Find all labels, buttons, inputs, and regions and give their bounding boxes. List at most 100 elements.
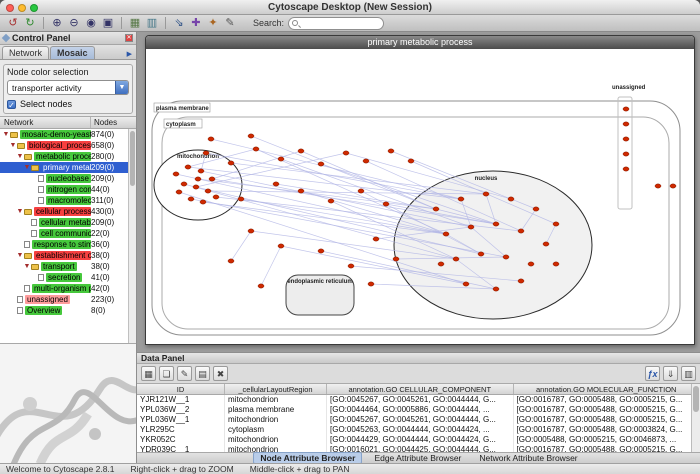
search-field[interactable] [288,17,384,30]
network-node[interactable] [388,149,394,153]
network-node[interactable] [623,152,629,156]
tree-row[interactable]: ▼mosaic-demo-yeast874(0) [0,129,128,140]
network-node[interactable] [248,134,254,138]
checkbox-checked-icon[interactable]: ✓ [7,100,16,109]
network-node[interactable] [383,202,389,206]
tab-network[interactable]: Network [2,46,49,59]
open-attributes-icon[interactable]: ▥ [681,366,696,381]
network-node[interactable] [368,282,374,286]
network-node[interactable] [553,262,559,266]
node-color-dropdown[interactable]: transporter activity ▼ [7,80,129,95]
tree-row[interactable]: macromolecule311(0) [0,195,128,206]
tree-row[interactable]: ▼transport38(0) [0,261,128,272]
zoom-out-icon[interactable]: ⊖ [67,16,81,30]
tree-row[interactable]: cell communicati22(0) [0,228,128,239]
tree-row[interactable]: ▼cellular process430(0) [0,206,128,217]
network-node[interactable] [238,197,244,201]
table-row[interactable]: YPL036W__2plasma membrane[GO:0044464, GO… [137,405,700,415]
expand-arrow-icon[interactable]: ▼ [16,252,24,259]
tree-row[interactable]: secretion41(0) [0,272,128,283]
import-attributes-icon[interactable]: ⇓ [663,366,678,381]
zoom-selected-icon[interactable]: ◉ [84,16,98,30]
network-node[interactable] [518,279,524,283]
tree-row[interactable]: nucleobase209(0) [0,173,128,184]
network-node[interactable] [208,137,214,141]
network-node[interactable] [543,242,549,246]
undo-icon[interactable]: ↺ [6,16,20,30]
zoom-fit-icon[interactable]: ▣ [101,16,115,30]
show-all-icon[interactable]: ▦ [128,16,142,30]
expand-arrow-icon[interactable]: ▼ [16,153,24,160]
tree-row[interactable]: multi-organism pro42(0) [0,283,128,294]
network-node[interactable] [213,195,219,199]
tree-column-nodes[interactable]: Nodes [91,117,136,128]
network-node[interactable] [533,207,539,211]
network-node[interactable] [623,107,629,111]
expand-arrow-icon[interactable]: ▼ [23,263,31,270]
tree-row[interactable]: ▼biological_process658(0) [0,140,128,151]
delete-attribute-icon[interactable]: ✖ [213,366,228,381]
table-row[interactable]: YPL036W__1mitochondrion[GO:0045267, GO:0… [137,415,700,425]
control-panel-close-icon[interactable]: ✕ [125,34,133,42]
minimize-window-button[interactable] [18,4,26,12]
column-header[interactable]: annotation.GO CELLULAR_COMPONENT [327,384,514,394]
network-node[interactable] [623,137,629,141]
zoom-in-icon[interactable]: ⊕ [50,16,64,30]
tree-row[interactable]: unassigned223(0) [0,294,128,305]
network-node[interactable] [205,189,211,193]
network-node[interactable] [458,197,464,201]
column-header[interactable]: _cellularLayoutRegion [225,384,327,394]
zoom-window-button[interactable] [30,4,38,12]
tree-row[interactable]: Overview8(0) [0,305,128,316]
network-node[interactable] [503,255,509,259]
close-window-button[interactable] [6,4,14,12]
tab-mosaic[interactable]: Mosaic [50,46,95,59]
network-node[interactable] [200,200,206,204]
column-header[interactable]: annotation.GO MOLECULAR_FUNCTION [514,384,700,394]
tree-row[interactable]: response to stimul36(0) [0,239,128,250]
network-node[interactable] [483,192,489,196]
network-node[interactable] [273,182,279,186]
network-node[interactable] [176,190,182,194]
table-row[interactable]: YLR295Ccytoplasm[GO:0045263, GO:0044444,… [137,425,700,435]
tree-column-network[interactable]: Network [0,117,91,128]
network-node[interactable] [553,222,559,226]
new-network-icon[interactable]: ✚ [189,16,203,30]
network-node[interactable] [278,157,284,161]
network-node[interactable] [408,159,414,163]
birdseye-view[interactable] [0,343,136,463]
network-node[interactable] [195,177,201,181]
network-node[interactable] [508,197,514,201]
table-scrollbar[interactable] [691,384,700,452]
tree-row[interactable]: ▼primary metab209(0) [0,162,128,173]
network-node[interactable] [228,161,234,165]
network-node[interactable] [655,184,661,188]
network-node[interactable] [198,169,204,173]
tab-edge-attribute-browser[interactable]: Edge Attribute Browser [368,453,467,463]
copy-attributes-icon[interactable]: ❏ [159,366,174,381]
network-canvas-area[interactable]: primary metabolic process plasma membran… [137,32,700,352]
network-node[interactable] [453,257,459,261]
attribute-grid-icon[interactable]: ▤ [195,366,210,381]
network-node[interactable] [193,185,199,189]
expand-arrow-icon[interactable]: ▼ [9,142,17,149]
tab-network-attribute-browser[interactable]: Network Attribute Browser [473,453,583,463]
table-row[interactable]: YKR052Cmitochondrion[GO:0044429, GO:0044… [137,435,700,445]
expand-arrow-icon[interactable]: ▼ [2,131,10,138]
select-nodes-option[interactable]: ✓ Select nodes [7,99,129,109]
tree-row[interactable]: ▼metabolic process280(0) [0,151,128,162]
network-node[interactable] [468,225,474,229]
network-window-title[interactable]: primary metabolic process [146,36,694,49]
network-node[interactable] [298,149,304,153]
network-node[interactable] [493,287,499,291]
network-node[interactable] [393,257,399,261]
network-node[interactable] [318,249,324,253]
network-node[interactable] [328,199,334,203]
expand-arrow-icon[interactable]: ▼ [23,164,31,171]
network-node[interactable] [528,262,534,266]
network-node[interactable] [173,172,179,176]
network-node[interactable] [258,284,264,288]
table-row[interactable]: YDR039C__1mitochondrion[GO:0016021, GO:0… [137,445,700,452]
network-node[interactable] [318,162,324,166]
network-node[interactable] [438,262,444,266]
